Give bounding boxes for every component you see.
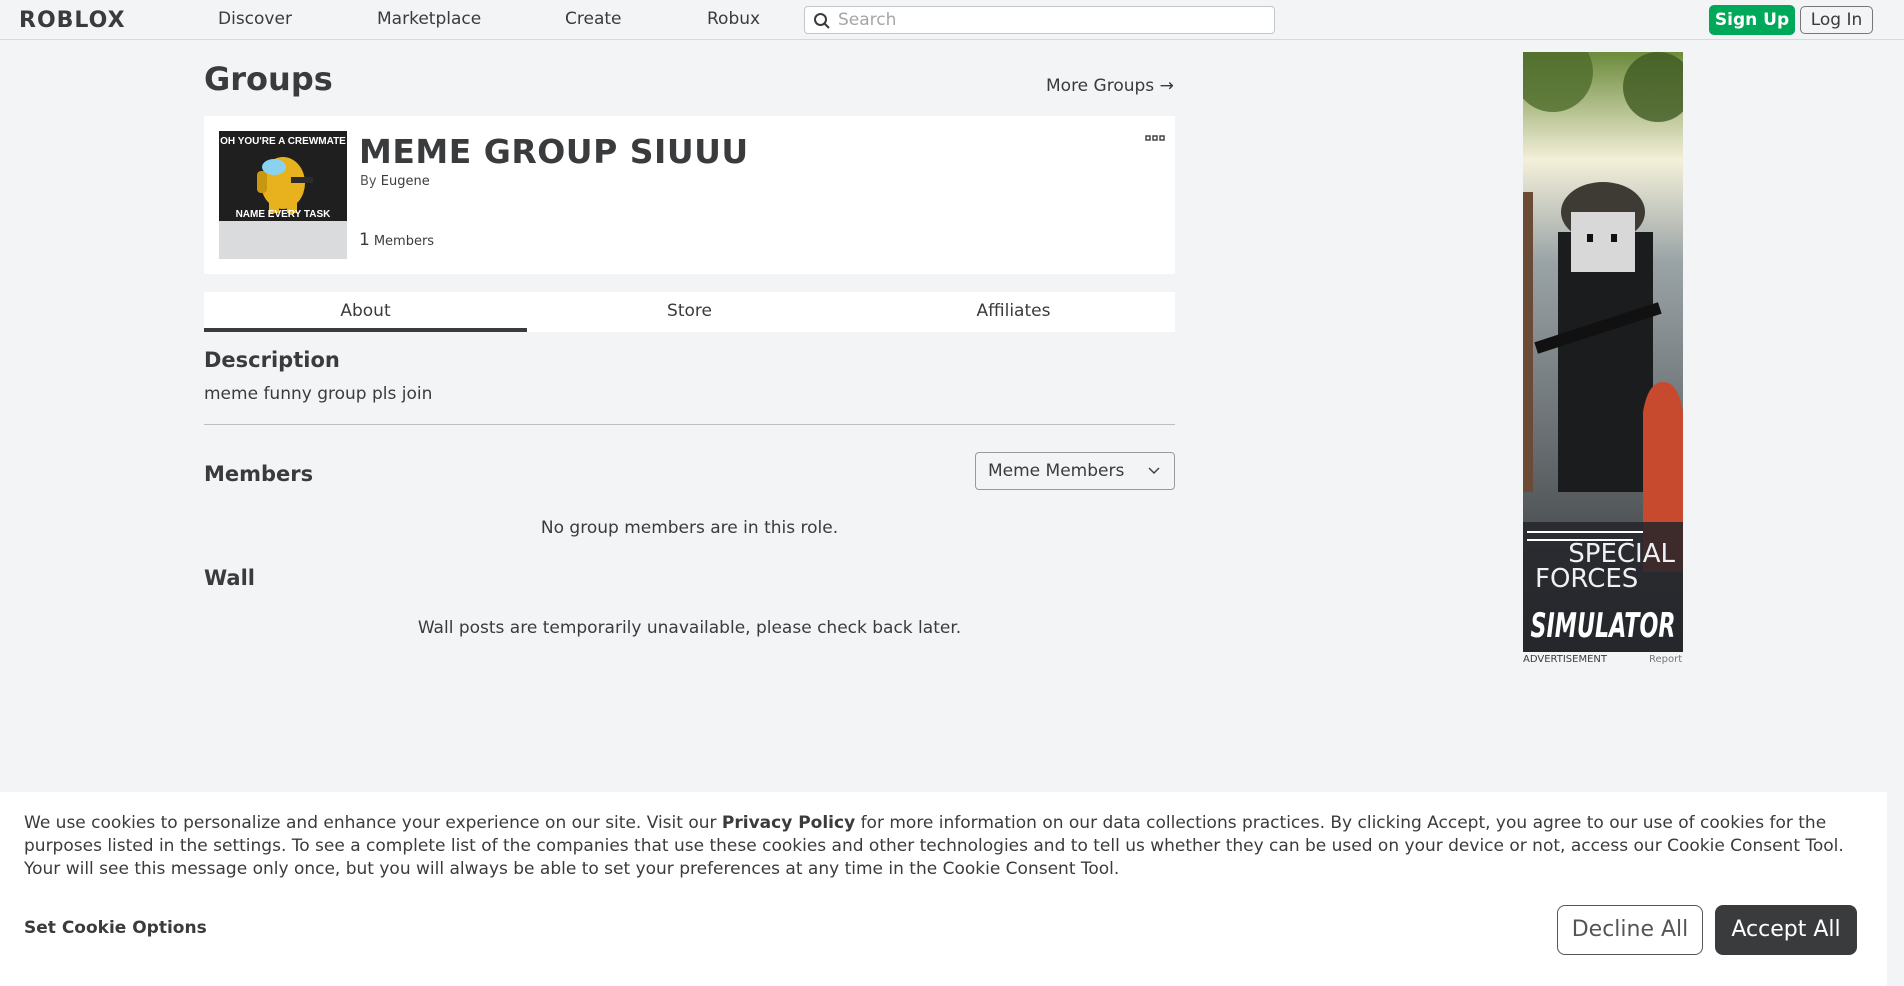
tab-about[interactable]: About <box>204 292 527 332</box>
group-emblem-image: OH YOU'RE A CREWMATE NAME EVERY TASK <box>219 131 347 221</box>
chevron-down-icon <box>1148 467 1160 474</box>
top-navigation: ROBLOX Discover Marketplace Create Robux… <box>0 0 1904 40</box>
by-label: By <box>360 174 377 189</box>
role-dropdown[interactable]: Meme Members <box>975 452 1175 490</box>
members-empty-message: No group members are in this role. <box>540 518 839 538</box>
decline-all-button[interactable]: Decline All <box>1557 905 1703 955</box>
sign-up-button[interactable]: Sign Up <box>1709 5 1795 35</box>
group-emblem: OH YOU'RE A CREWMATE NAME EVERY TASK <box>219 131 347 259</box>
accept-all-button[interactable]: Accept All <box>1715 905 1857 955</box>
nav-create[interactable]: Create <box>565 9 622 29</box>
cookie-text-before: We use cookies to personalize and enhanc… <box>24 813 722 833</box>
nav-marketplace[interactable]: Marketplace <box>377 9 481 29</box>
tab-store[interactable]: Store <box>528 292 851 332</box>
tab-affiliates[interactable]: Affiliates <box>852 292 1175 332</box>
ad-caption: ADVERTISEMENT <box>1523 654 1608 665</box>
group-tabs: About Store Affiliates <box>204 292 1175 332</box>
description-text: meme funny group pls join <box>204 384 433 404</box>
description-heading: Description <box>204 348 340 372</box>
cookie-message: We use cookies to personalize and enhanc… <box>24 812 1874 881</box>
group-owner-line: By Eugene <box>360 174 430 189</box>
group-name: MEME GROUP SIUUU <box>359 132 749 171</box>
member-count-value: 1 <box>359 230 370 250</box>
wall-heading: Wall <box>204 566 255 590</box>
roblox-logo[interactable]: ROBLOX <box>19 8 126 33</box>
ad-title-line2: FORCES <box>1535 564 1638 594</box>
set-cookie-options-link[interactable]: Set Cookie Options <box>24 918 207 938</box>
more-options-icon[interactable] <box>1145 132 1165 146</box>
member-count-label: Members <box>373 234 435 249</box>
member-count: 1 Members <box>359 230 434 250</box>
cookie-banner: We use cookies to personalize and enhanc… <box>0 792 1887 986</box>
wall-empty-message: Wall posts are temporarily unavailable, … <box>417 618 962 638</box>
advertisement-banner[interactable]: SPECIAL FORCES SIMULATOR <box>1523 52 1683 652</box>
ad-image: SPECIAL FORCES SIMULATOR <box>1523 52 1683 652</box>
search-input[interactable] <box>838 8 1268 32</box>
section-divider <box>204 424 1175 425</box>
emblem-bottom-text: NAME EVERY TASK <box>236 209 332 220</box>
ad-title-line3: SIMULATOR <box>1531 606 1676 646</box>
ad-report-link[interactable]: Report <box>1649 654 1682 665</box>
group-header-card: OH YOU'RE A CREWMATE NAME EVERY TASK MEM… <box>204 116 1175 274</box>
search-box[interactable] <box>804 6 1275 34</box>
owner-link[interactable]: Eugene <box>381 174 430 189</box>
search-icon <box>814 13 830 29</box>
log-in-button[interactable]: Log In <box>1800 6 1873 34</box>
more-groups-link[interactable]: More Groups → <box>1046 76 1174 96</box>
nav-robux[interactable]: Robux <box>707 9 760 29</box>
nav-discover[interactable]: Discover <box>218 9 292 29</box>
role-dropdown-value: Meme Members <box>988 461 1125 481</box>
page-title: Groups <box>204 60 333 98</box>
privacy-policy-link[interactable]: Privacy Policy <box>722 813 855 833</box>
emblem-top-text: OH YOU'RE A CREWMATE <box>220 136 346 147</box>
members-heading: Members <box>204 462 314 486</box>
